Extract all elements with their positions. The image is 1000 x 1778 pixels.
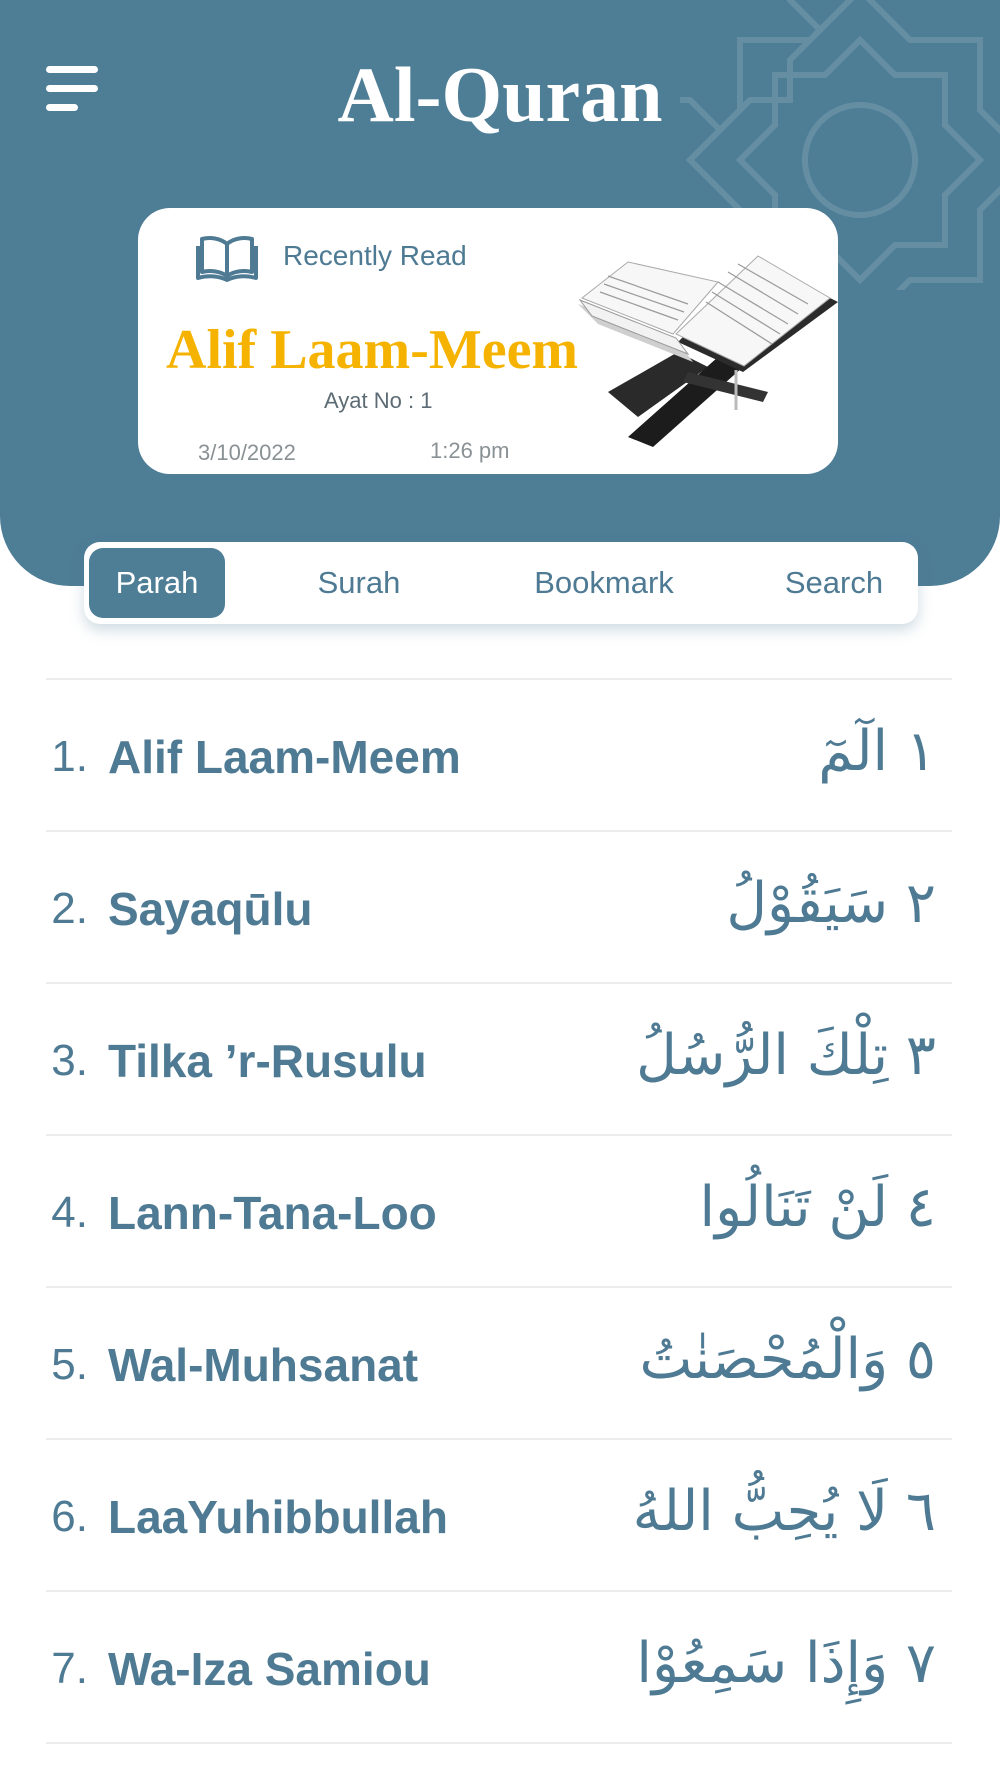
parah-number: 6.: [51, 1492, 88, 1541]
parah-row-4[interactable]: 4. Lann-Tana-Loo ٤ لَنْ تَنَالُوا: [0, 1136, 1000, 1286]
tab-surah[interactable]: Surah: [284, 548, 434, 618]
tab-bar: Parah Surah Bookmark Search: [84, 542, 918, 624]
parah-name: Sayaqūlu: [108, 883, 313, 935]
tab-bookmark[interactable]: Bookmark: [504, 548, 704, 618]
parah-arabic-name: ٦ لَا يُحِبُّ اللهُ: [632, 1479, 936, 1544]
parah-row-5[interactable]: 5. Wal-Muhsanat ٥ وَالْمُحْصَنٰتُ: [0, 1288, 1000, 1438]
parah-name: Lann-Tana-Loo: [108, 1187, 437, 1239]
parah-name: LaaYuhibbullah: [108, 1491, 448, 1543]
parah-name: Alif Laam-Meem: [108, 731, 461, 783]
parah-row-7[interactable]: 7. Wa-Iza Samiou ٧ وَإِذَا سَمِعُوْا: [0, 1592, 1000, 1742]
parah-arabic-name: ٣ تِلْكَ الرُّسُلُ: [636, 1023, 936, 1088]
app-title: Al-Quran: [337, 51, 663, 138]
parah-arabic-name: ٥ وَالْمُحْصَنٰتُ: [639, 1327, 936, 1392]
parah-arabic-name: ١ الٓمٓ: [818, 719, 936, 784]
ayat-number: Ayat No : 1: [324, 388, 433, 413]
parah-name: Tilka ’r-Rusulu: [108, 1035, 427, 1087]
parah-number: 1.: [51, 732, 88, 781]
open-book-icon: [196, 236, 258, 282]
parah-number: 7.: [51, 1644, 88, 1693]
recently-read-label: Recently Read: [283, 240, 467, 271]
parah-row-6[interactable]: 6. LaaYuhibbullah ٦ لَا يُحِبُّ اللهُ: [0, 1440, 1000, 1590]
parah-arabic-name: ٢ سَيَقُوْلُ: [726, 871, 936, 936]
parah-name: Wa-Iza Samiou: [108, 1643, 431, 1695]
parah-name: Wal-Muhsanat: [108, 1339, 419, 1391]
parah-number: 3.: [51, 1036, 88, 1085]
tab-parah[interactable]: Parah: [89, 548, 225, 618]
parah-number: 2.: [51, 884, 88, 933]
quran-on-stand-image: [578, 255, 838, 447]
parah-number: 4.: [51, 1188, 88, 1237]
parah-row-1[interactable]: 1. Alif Laam-Meem ١ الٓمٓ: [0, 680, 1000, 830]
header-banner: Al-Quran Recently Read Alif Laam-Meem Ay…: [0, 0, 1000, 586]
recent-date: 3/10/2022: [198, 440, 296, 465]
divider: [46, 1742, 952, 1744]
parah-row-3[interactable]: 3. Tilka ’r-Rusulu ٣ تِلْكَ الرُّسُلُ: [0, 984, 1000, 1134]
parah-arabic-name: ٤ لَنْ تَنَالُوا: [699, 1175, 936, 1240]
recently-read-card[interactable]: Recently Read Alif Laam-Meem Ayat No : 1…: [138, 208, 838, 474]
parah-number: 5.: [51, 1340, 88, 1389]
tab-search[interactable]: Search: [764, 548, 904, 618]
recent-time: 1:26 pm: [430, 438, 510, 463]
parah-arabic-name: ٧ وَإِذَا سَمِعُوْا: [636, 1631, 936, 1696]
recent-parah-name: Alif Laam-Meem: [166, 319, 579, 381]
parah-row-2[interactable]: 2. Sayaqūlu ٢ سَيَقُوْلُ: [0, 832, 1000, 982]
